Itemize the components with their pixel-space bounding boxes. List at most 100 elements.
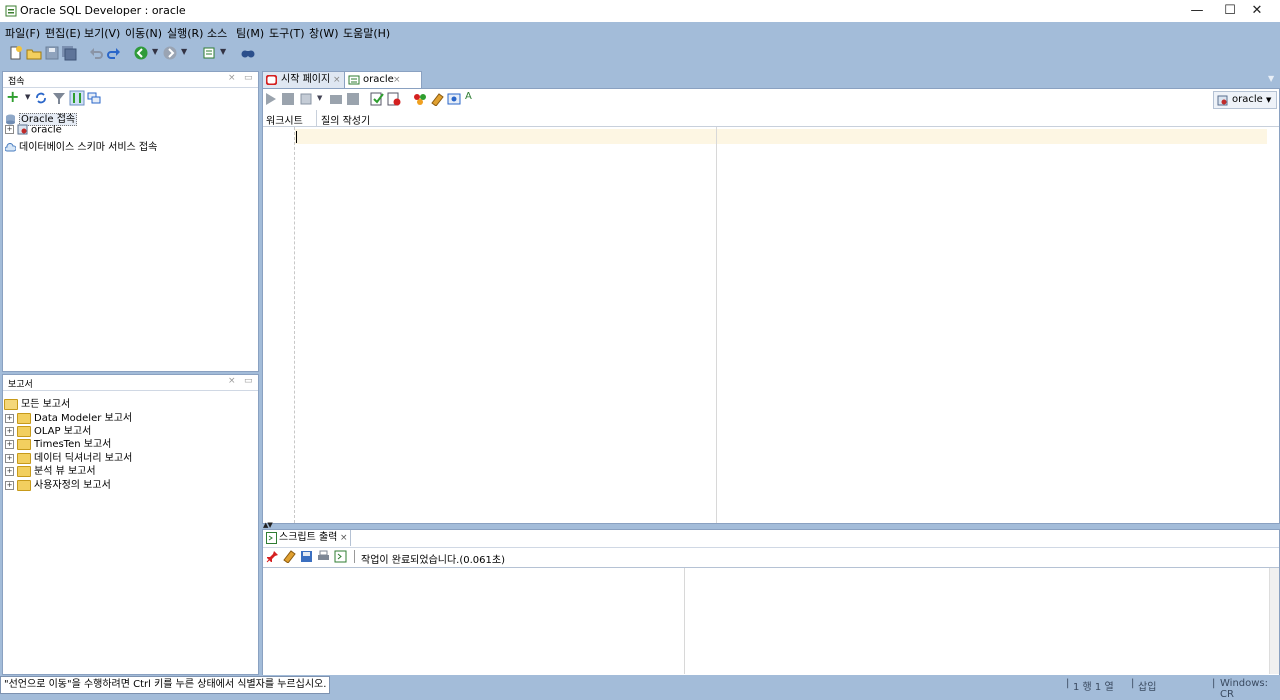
back-dropdown-icon[interactable]: ▼ <box>152 47 158 56</box>
forward-icon[interactable] <box>162 45 178 61</box>
sql-editor-area[interactable] <box>295 127 1279 523</box>
tree-item-report[interactable]: + 분석 뷰 보고서 <box>5 462 96 475</box>
clear-icon[interactable] <box>387 92 401 106</box>
autotrace-icon[interactable] <box>346 92 360 106</box>
refresh-icon[interactable] <box>34 91 48 105</box>
menu-source[interactable]: 소스 <box>207 25 227 41</box>
save-all-icon[interactable] <box>61 45 77 61</box>
tab-worksheet[interactable]: 워크시트 <box>266 112 303 127</box>
menu-help[interactable]: 도움말(H) <box>343 25 390 41</box>
tab-close-icon[interactable]: × <box>340 530 348 546</box>
oracle-logo-icon <box>266 75 277 85</box>
redo-icon[interactable] <box>106 45 122 61</box>
insert-mode: 삽입 <box>1138 678 1156 693</box>
tree-item-report[interactable]: + 데이터 딕셔너리 보고서 <box>5 449 132 462</box>
commit-dropdown-icon[interactable]: ▼ <box>317 94 322 102</box>
format-icon[interactable]: A <box>465 91 472 102</box>
open-icon[interactable] <box>26 45 42 61</box>
forward-dropdown-icon[interactable]: ▼ <box>181 47 187 56</box>
eraser-icon[interactable] <box>283 550 296 563</box>
menu-window[interactable]: 창(W) <box>309 25 339 41</box>
add-connection-dropdown-icon[interactable]: ▼ <box>25 93 30 101</box>
expand-icon[interactable]: + <box>5 440 14 449</box>
save-icon[interactable] <box>44 45 60 61</box>
status-separator: | <box>1212 678 1215 689</box>
history-icon[interactable] <box>413 92 427 106</box>
reports-close-icon[interactable]: × <box>228 376 236 386</box>
database-icon <box>5 114 16 125</box>
tree-item-report[interactable]: + Data Modeler 보고서 <box>5 409 132 422</box>
worksheet-editor: ▼ A oracle ▼ 워크시트 질의 작성기 <box>262 88 1280 524</box>
menu-navigate[interactable]: 이동(N) <box>125 25 162 41</box>
filter-icon[interactable] <box>52 91 66 105</box>
tab-query-builder[interactable]: 질의 작성기 <box>321 112 370 127</box>
app-icon <box>5 5 17 17</box>
stop-icon[interactable] <box>282 93 294 105</box>
tab-script-output[interactable]: 스크립트 출력 × <box>263 530 351 546</box>
explain-plan-icon[interactable] <box>329 92 343 106</box>
menu-bar: 파일(F) 편집(E) 보기(V) 이동(N) 실행(R) 소스 팀(M) 도구… <box>0 22 1280 42</box>
reports-panel: 보고서 × ▭ 모든 보고서 + Data Modeler 보고서 + OLAP 보… <box>2 374 259 675</box>
expand-icon[interactable]: + <box>5 481 14 490</box>
menu-team[interactable]: 팀(M) <box>236 25 264 41</box>
connections-close-icon[interactable]: × <box>228 73 236 83</box>
open-script-icon[interactable] <box>334 550 347 563</box>
monitor-icon[interactable] <box>240 45 256 61</box>
expand-icon[interactable]: + <box>5 125 14 134</box>
status-separator: | <box>1131 678 1134 689</box>
sql-monitor-icon[interactable] <box>447 92 461 106</box>
splitter-toggle-icon[interactable]: ▲▼ <box>263 521 272 529</box>
back-icon[interactable] <box>133 45 149 61</box>
menu-tools[interactable]: 도구(T) <box>269 25 305 41</box>
tab-close-icon[interactable]: × <box>333 72 341 88</box>
menu-file[interactable]: 파일(F) <box>5 25 40 41</box>
expand-icon[interactable]: + <box>5 467 14 476</box>
commit-icon[interactable] <box>300 92 314 106</box>
tree-item-oracle[interactable]: + oracle <box>5 124 62 137</box>
tree-item-report[interactable]: + TimesTen 보고서 <box>5 435 111 448</box>
new-icon[interactable] <box>8 45 24 61</box>
menu-edit[interactable]: 편집(E) <box>45 25 81 41</box>
tab-oracle[interactable]: oracle × <box>344 71 422 88</box>
output-status-message: 작업이 완료되었습니다.(0.061초) <box>361 551 505 566</box>
sql-icon[interactable] <box>202 45 218 61</box>
tree-item-all-reports[interactable]: 모든 보고서 <box>4 395 70 408</box>
undo-icon[interactable] <box>88 45 104 61</box>
output-divider <box>263 547 1279 548</box>
tab-label: oracle <box>363 74 394 85</box>
close-button[interactable]: ✕ <box>1234 0 1280 22</box>
folder-icon <box>17 480 31 491</box>
output-scrollbar[interactable] <box>1269 568 1279 674</box>
add-connection-icon[interactable]: + <box>6 88 19 106</box>
tree-item-report[interactable]: + OLAP 보고서 <box>5 422 91 435</box>
reports-minimize-icon[interactable]: ▭ <box>244 376 253 386</box>
connection-selector[interactable]: oracle ▼ <box>1213 91 1277 109</box>
worksheet-subtabs: 워크시트 질의 작성기 <box>263 110 1279 127</box>
reports-title: 보고서 <box>8 377 33 390</box>
line-ending: Windows: CR <box>1220 678 1280 700</box>
cloud-icon <box>5 143 16 152</box>
tree-item-oracle-connections[interactable]: Oracle 접속 <box>5 110 77 123</box>
menu-run[interactable]: 실행(R) <box>167 25 203 41</box>
save-icon[interactable] <box>300 550 313 563</box>
pin-icon[interactable] <box>266 550 279 563</box>
tab-list-dropdown-icon[interactable]: ▼ <box>1268 74 1274 83</box>
tree-item-cloud-connections[interactable]: 데이터베이스 스키마 서비스 접속 <box>5 138 157 151</box>
tree-item-report[interactable]: + 사용자정의 보고서 <box>5 476 111 489</box>
tab-close-icon[interactable]: × <box>393 72 401 88</box>
sql-dropdown-icon[interactable]: ▼ <box>220 47 226 56</box>
run-statement-icon[interactable] <box>265 92 277 106</box>
menu-view[interactable]: 보기(V) <box>84 25 120 41</box>
connection-icon <box>17 124 28 135</box>
print-icon[interactable] <box>317 550 330 563</box>
eraser-icon[interactable] <box>430 92 444 106</box>
tree-item-label: 사용자정의 보고서 <box>34 480 111 491</box>
output-text-area[interactable] <box>263 568 1268 674</box>
connect-icon[interactable] <box>87 91 101 105</box>
script-output-panel: 스크립트 출력 × 작업이 완료되었습니다.(0.061초) <box>262 529 1280 676</box>
status-separator: | <box>1066 678 1069 689</box>
connections-minimize-icon[interactable]: ▭ <box>244 73 253 83</box>
schema-browser-icon[interactable] <box>69 90 85 106</box>
tab-divider <box>316 110 317 126</box>
sql-tuning-icon[interactable] <box>370 92 384 106</box>
